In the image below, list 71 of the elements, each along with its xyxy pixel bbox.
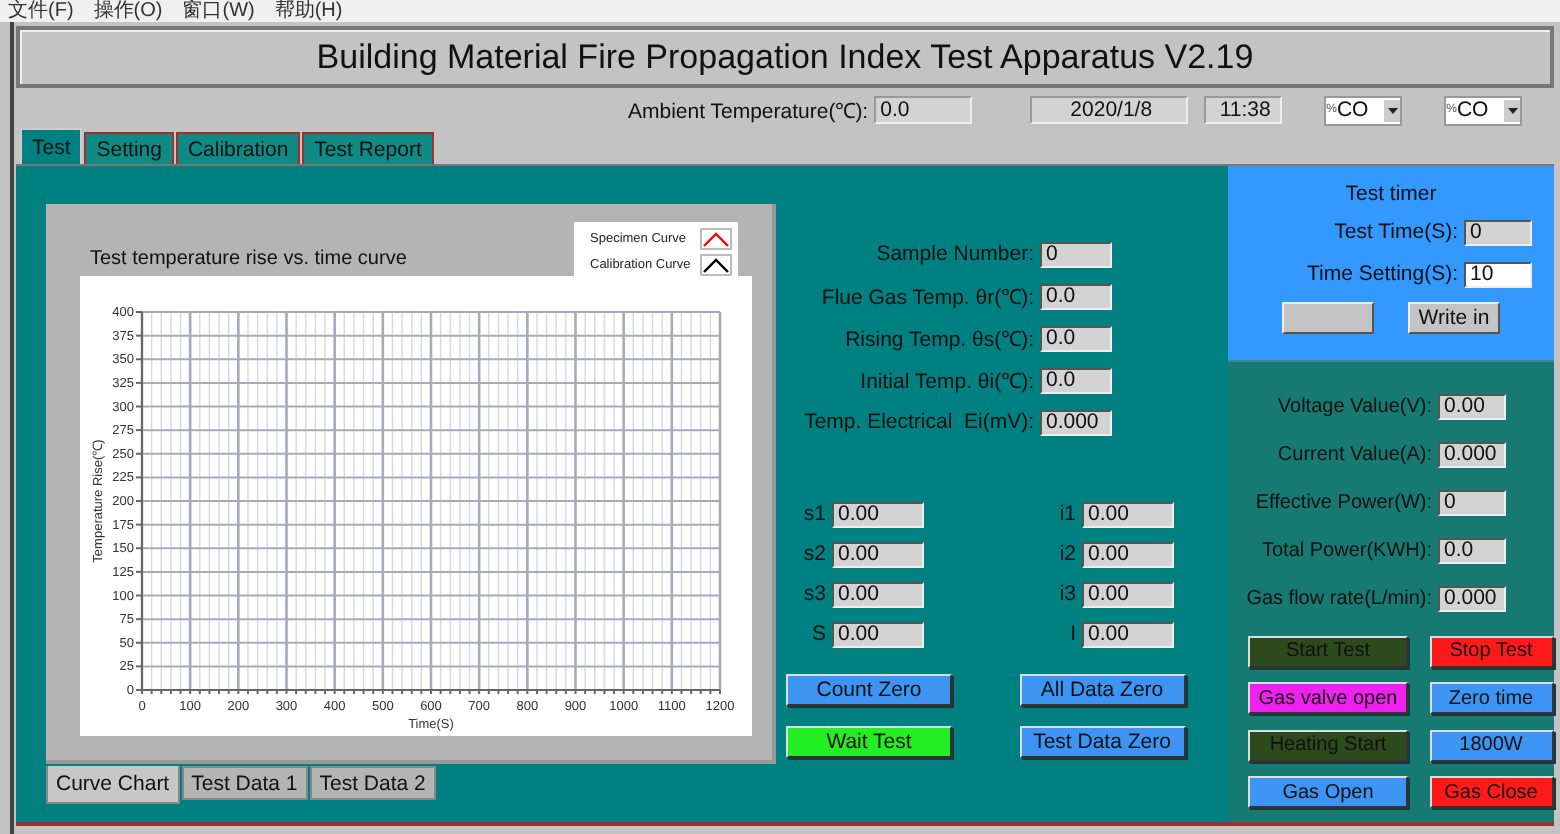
- tab[interactable]: Curve Chart: [46, 766, 180, 804]
- value-field: 0.00: [1082, 581, 1174, 607]
- value-field: 0: [1438, 489, 1506, 515]
- time-display: 11:38: [1204, 96, 1283, 124]
- action-button[interactable]: Gas Close: [1429, 776, 1553, 808]
- field-label: S: [809, 622, 828, 646]
- field-label: Voltage Value(V):: [1275, 395, 1434, 417]
- action-button[interactable]: Zero time: [1429, 682, 1553, 714]
- field-label: Initial Temp. θi(℃):: [858, 368, 1036, 394]
- dropdown-arrow-icon: [1507, 107, 1518, 113]
- value-field: 0.0: [1438, 537, 1506, 563]
- field-label: s2: [801, 542, 828, 566]
- field-label: Rising Temp. θs(℃):: [843, 326, 1036, 352]
- value-field: 0.00: [832, 621, 924, 647]
- field-label: Effective Power(W):: [1253, 491, 1434, 513]
- action-button[interactable]: Gas valve open: [1248, 682, 1408, 714]
- input-field[interactable]: 10: [1464, 261, 1532, 287]
- field-label: Flue Gas Temp. θr(℃):: [819, 284, 1036, 310]
- field-label: Gas flow rate(L/min):: [1244, 587, 1434, 609]
- date-display: 2020/1/8: [1030, 96, 1189, 124]
- write-button[interactable]: Write in: [1408, 302, 1500, 334]
- action-button[interactable]: Stop Test: [1429, 635, 1553, 667]
- value-field: 0.000: [1438, 585, 1506, 611]
- tab[interactable]: Setting: [84, 132, 174, 164]
- action-button[interactable]: Wait Test: [786, 726, 952, 758]
- tab[interactable]: Test Data 1: [181, 766, 308, 800]
- menu-item[interactable]: 帮助(H): [274, 0, 343, 22]
- action-button[interactable]: Count Zero: [786, 674, 952, 706]
- action-button[interactable]: 1800W: [1429, 729, 1553, 761]
- field-label: s1: [801, 502, 828, 526]
- tab[interactable]: Test: [20, 128, 83, 164]
- field-label: i3: [1057, 582, 1078, 606]
- field-label: Test Time(S):: [1332, 220, 1460, 244]
- action-button[interactable]: Test Data Zero: [1019, 726, 1185, 758]
- value-field: 0.0: [1040, 367, 1112, 393]
- value-field: 0.00: [832, 581, 924, 607]
- value-field: 0.00: [832, 501, 924, 527]
- action-button[interactable]: All Data Zero: [1019, 674, 1185, 706]
- field-label: Sample Number:: [874, 242, 1036, 266]
- value-field: 0.0: [874, 96, 973, 124]
- field-label: I: [1068, 622, 1078, 646]
- field-label: Ambient Temperature(℃):: [628, 98, 869, 124]
- tab[interactable]: Test Report: [302, 132, 434, 164]
- value-field: 0.00: [1082, 621, 1174, 647]
- action-button[interactable]: Gas Open: [1248, 776, 1408, 808]
- value-field: 0.000: [1040, 409, 1112, 435]
- field-label: Total Power(KWH):: [1259, 539, 1434, 561]
- value-field: 0.0: [1040, 283, 1112, 309]
- chart-title: Test temperature rise vs. time curve: [90, 248, 407, 270]
- app-title: Building Material Fire Propagation Index Test Apparatus V2.19: [316, 37, 1254, 77]
- tab[interactable]: Test Data 2: [309, 766, 436, 800]
- value-field: 0.000: [1438, 441, 1506, 467]
- field-label: i2: [1057, 542, 1078, 566]
- menu-item[interactable]: 操作(O): [93, 0, 163, 22]
- value-field: 0.00: [1082, 501, 1174, 527]
- dropdown-arrow-icon: [1387, 107, 1398, 113]
- field-label: Current Value(A):: [1275, 443, 1434, 465]
- value-field: 0.00: [1438, 393, 1506, 419]
- value-field: 0: [1464, 219, 1532, 245]
- tab[interactable]: Calibration: [175, 132, 301, 164]
- field-label: Time Setting(S):: [1305, 262, 1460, 286]
- line-sample-icon: [700, 227, 732, 249]
- field-label: s3: [801, 582, 828, 606]
- field-label: Temp. Electrical Ei(mV):: [802, 410, 1036, 434]
- value-field: 0.00: [1082, 541, 1174, 567]
- value-field: 0.0: [1040, 325, 1112, 351]
- panel-title: Test timer: [1345, 182, 1437, 206]
- value-field: 0.00: [832, 541, 924, 567]
- value-field: 0: [1040, 241, 1112, 267]
- field-label: i1: [1057, 502, 1078, 526]
- blank-button[interactable]: [1282, 302, 1375, 334]
